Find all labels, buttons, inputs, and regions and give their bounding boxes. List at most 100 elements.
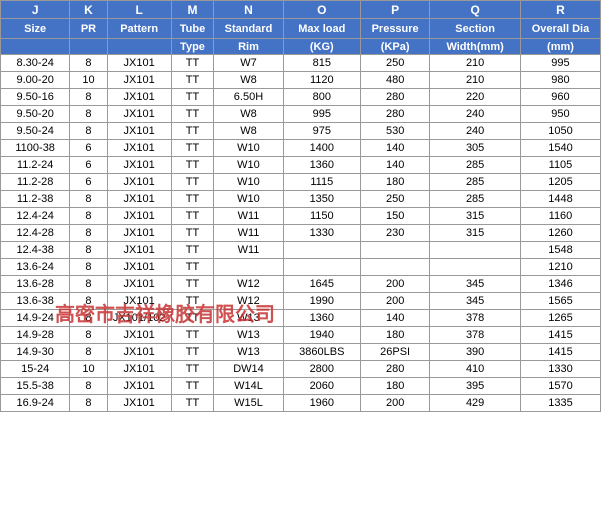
table-cell: 1360 (283, 157, 360, 174)
table-cell: 8 (70, 106, 107, 123)
spreadsheet-container: J K L M N O P Q R Size PR Pattern Tube S… (0, 0, 601, 412)
table-cell: TT (171, 89, 214, 106)
table-cell: 6 (70, 174, 107, 191)
table-row: 12.4-388JX101TTW111548 (1, 242, 601, 259)
table-cell: 285 (430, 157, 521, 174)
table-cell: 140 (360, 157, 429, 174)
table-cell: 1330 (283, 225, 360, 242)
header-overall-dia: Overall Dia (520, 19, 600, 39)
table-cell: 10 (70, 361, 107, 378)
table-cell (283, 259, 360, 276)
table-cell (360, 259, 429, 276)
header-pattern: Pattern (107, 19, 171, 39)
table-cell: W8 (214, 106, 283, 123)
table-cell (430, 259, 521, 276)
table-cell: W10 (214, 174, 283, 191)
table-cell: 995 (283, 106, 360, 123)
table-row: 1100-386JX101TTW1014001403051540 (1, 140, 601, 157)
table-cell: 345 (430, 293, 521, 310)
table-cell: 815 (283, 55, 360, 72)
table-cell: JX101 (107, 55, 171, 72)
table-cell: 180 (360, 174, 429, 191)
table-cell: 9.50-24 (1, 123, 70, 140)
col-header-row2: Type Rim (KG) (KPa) Width(mm) (mm) (1, 39, 601, 55)
table-cell: W10 (214, 140, 283, 157)
table-cell: 285 (430, 191, 521, 208)
table-cell: JX101 (107, 259, 171, 276)
table-cell: 9.50-16 (1, 89, 70, 106)
table-cell: JX101 (107, 208, 171, 225)
table-row: 11.2-286JX101TTW1011151802851205 (1, 174, 601, 191)
table-cell (283, 242, 360, 259)
table-cell: 1548 (520, 242, 600, 259)
table-row: 15.5-388JX101TTW14L20601803951570 (1, 378, 601, 395)
table-cell: W13 (214, 310, 283, 327)
table-cell: 12.4-28 (1, 225, 70, 242)
table-cell: 1100-38 (1, 140, 70, 157)
table-cell: 1105 (520, 157, 600, 174)
table-cell: 280 (360, 361, 429, 378)
table-cell: 8 (70, 55, 107, 72)
table-cell: 1265 (520, 310, 600, 327)
header-kg: (KG) (283, 39, 360, 55)
table-cell: TT (171, 174, 214, 191)
table-cell: W10 (214, 157, 283, 174)
table-cell: 378 (430, 327, 521, 344)
table-cell: 13.6-24 (1, 259, 70, 276)
table-cell: 14.9-24 (1, 310, 70, 327)
table-cell: 1120 (283, 72, 360, 89)
table-cell: TT (171, 225, 214, 242)
table-cell: 1260 (520, 225, 600, 242)
table-cell: 305 (430, 140, 521, 157)
table-cell: 980 (520, 72, 600, 89)
table-cell: 410 (430, 361, 521, 378)
table-cell: 13.6-28 (1, 276, 70, 293)
table-row: 12.4-248JX101TTW1111501503151160 (1, 208, 601, 225)
table-cell: JX101 (107, 344, 171, 361)
header-tube-type: Tube (171, 19, 214, 39)
table-cell: JX101 (107, 123, 171, 140)
table-cell: JX101 (107, 378, 171, 395)
header-section: Section (430, 19, 521, 39)
table-cell: 1570 (520, 378, 600, 395)
table-row: 14.9-308JX101TTW133860LBS26PSI3901415 (1, 344, 601, 361)
table-cell: 6.50H (214, 89, 283, 106)
table-cell: 180 (360, 378, 429, 395)
header-pr-2 (70, 39, 107, 55)
header-size-2 (1, 39, 70, 55)
table-cell: W11 (214, 225, 283, 242)
table-cell: TT (171, 157, 214, 174)
table-row: 9.50-208JX101TTW8995280240950 (1, 106, 601, 123)
header-pattern-2 (107, 39, 171, 55)
table-cell: TT (171, 293, 214, 310)
header-max-load: Max load (283, 19, 360, 39)
table-cell: 1415 (520, 327, 600, 344)
table-cell: 140 (360, 140, 429, 157)
table-cell: JX101/102 (107, 310, 171, 327)
table-cell: 1335 (520, 395, 600, 412)
table-cell: 1415 (520, 344, 600, 361)
table-cell: JX101 (107, 395, 171, 412)
table-cell: 8 (70, 242, 107, 259)
table-row: 12.4-288JX101TTW1113302303151260 (1, 225, 601, 242)
table-cell: TT (171, 208, 214, 225)
table-cell: 1210 (520, 259, 600, 276)
table-cell (360, 242, 429, 259)
table-cell: 8 (70, 310, 107, 327)
table-cell: TT (171, 361, 214, 378)
col-k-index: K (70, 1, 107, 19)
table-cell: JX101 (107, 89, 171, 106)
table-cell: 960 (520, 89, 600, 106)
table-cell: 12.4-38 (1, 242, 70, 259)
header-mm: (mm) (520, 39, 600, 55)
table-cell: 8.30-24 (1, 55, 70, 72)
table-row: 13.6-288JX101TTW1216452003451346 (1, 276, 601, 293)
table-cell: TT (171, 242, 214, 259)
table-cell: 11.2-38 (1, 191, 70, 208)
table-cell: 315 (430, 208, 521, 225)
col-index-row: J K L M N O P Q R (1, 1, 601, 19)
table-cell: W8 (214, 123, 283, 140)
table-cell: JX101 (107, 293, 171, 310)
table-cell: 210 (430, 55, 521, 72)
table-cell: 1645 (283, 276, 360, 293)
